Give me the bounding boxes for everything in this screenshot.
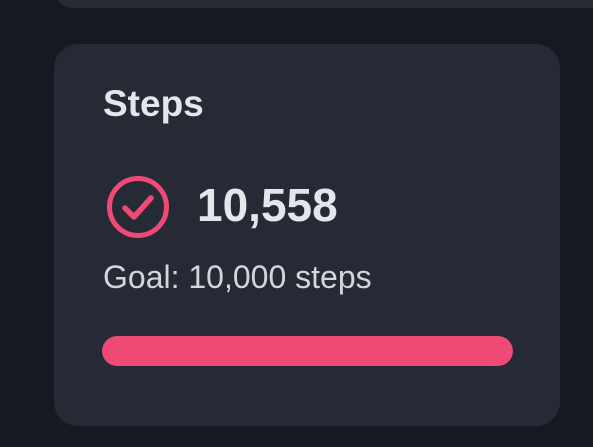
previous-card <box>54 0 593 8</box>
progress-bar <box>102 336 513 366</box>
steps-card[interactable]: Steps 10,558 Goal: 10,000 steps <box>54 44 560 426</box>
steps-count: 10,558 <box>197 179 338 231</box>
progress-fill <box>102 336 513 366</box>
check-circle-icon <box>107 176 169 238</box>
goal-label: Goal: 10,000 steps <box>103 259 372 295</box>
card-title: Steps <box>103 83 204 124</box>
